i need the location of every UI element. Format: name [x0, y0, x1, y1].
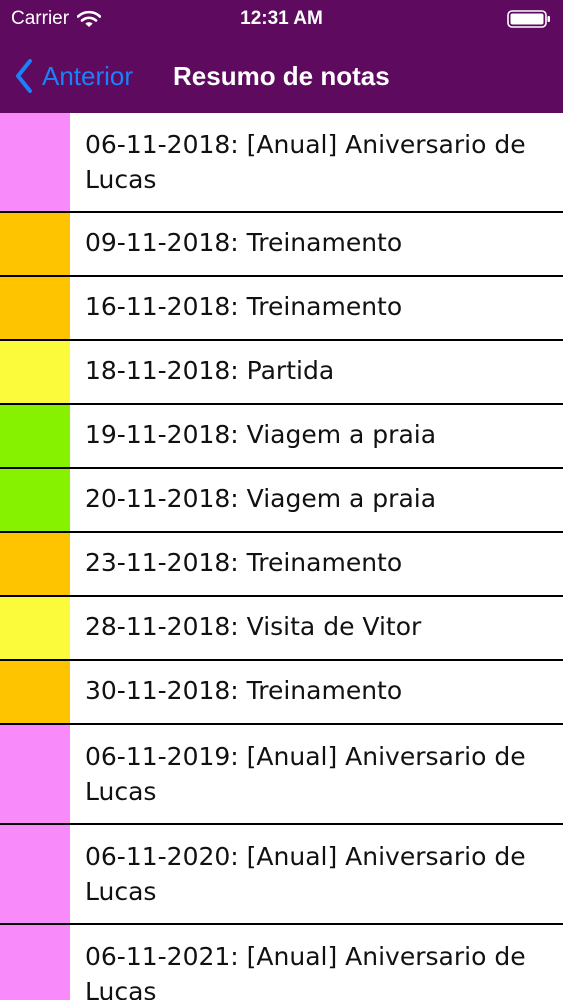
note-row[interactable]: 06-11-2020: [Anual] Aniversario de Lucas [0, 825, 563, 925]
chevron-left-icon [16, 59, 32, 93]
status-time: 12:31 AM [240, 8, 323, 29]
note-color-swatch [0, 113, 70, 211]
note-text: 06-11-2020: [Anual] Aniversario de Lucas [85, 842, 526, 906]
note-text: 09-11-2018: Treinamento [85, 228, 403, 257]
note-row[interactable]: 28-11-2018: Visita de Vitor [0, 597, 563, 661]
note-color-swatch [0, 341, 70, 403]
note-row[interactable]: 23-11-2018: Treinamento [0, 533, 563, 597]
note-color-swatch [0, 277, 70, 339]
note-row[interactable]: 20-11-2018: Viagem a praia [0, 469, 563, 533]
note-text: 18-11-2018: Partida [85, 356, 335, 385]
note-color-swatch [0, 533, 70, 595]
note-color-swatch [0, 213, 70, 275]
note-color-swatch [0, 925, 70, 1000]
navigation-bar: Anterior Resumo de notas [0, 40, 563, 113]
note-color-swatch [0, 405, 70, 467]
notes-list: 06-11-2018: [Anual] Aniversario de Lucas… [0, 113, 563, 1000]
note-text: 30-11-2018: Treinamento [85, 676, 403, 705]
screen: Carrier 12:31 AM Anterior Resumo de nota… [0, 0, 563, 1000]
note-row[interactable]: 06-11-2018: [Anual] Aniversario de Lucas [0, 113, 563, 213]
page-title: Resumo de notas [173, 61, 390, 91]
note-row[interactable]: 09-11-2018: Treinamento [0, 213, 563, 277]
note-text: 19-11-2018: Viagem a praia [85, 420, 437, 449]
note-color-swatch [0, 469, 70, 531]
note-color-swatch [0, 725, 70, 823]
note-row[interactable]: 30-11-2018: Treinamento [0, 661, 563, 725]
note-text: 28-11-2018: Visita de Vitor [85, 612, 422, 641]
note-text: 16-11-2018: Treinamento [85, 292, 403, 321]
note-text: 06-11-2019: [Anual] Aniversario de Lucas [85, 742, 526, 806]
back-button[interactable]: Anterior [14, 56, 133, 96]
note-text: 06-11-2021: [Anual] Aniversario de Lucas [85, 942, 526, 1000]
note-text: 06-11-2018: [Anual] Aniversario de Lucas [85, 130, 526, 194]
note-row[interactable]: 16-11-2018: Treinamento [0, 277, 563, 341]
note-color-swatch [0, 825, 70, 923]
note-row[interactable]: 06-11-2019: [Anual] Aniversario de Lucas [0, 725, 563, 825]
back-button-label: Anterior [42, 61, 134, 91]
note-row[interactable]: 18-11-2018: Partida [0, 341, 563, 405]
note-color-swatch [0, 661, 70, 723]
battery-full-icon [507, 10, 550, 28]
note-row[interactable]: 06-11-2021: [Anual] Aniversario de Lucas [0, 925, 563, 1000]
note-row[interactable]: 19-11-2018: Viagem a praia [0, 405, 563, 469]
note-text: 23-11-2018: Treinamento [85, 548, 403, 577]
note-text: 20-11-2018: Viagem a praia [85, 484, 437, 513]
note-color-swatch [0, 597, 70, 659]
status-bar: Carrier 12:31 AM [0, 0, 563, 40]
